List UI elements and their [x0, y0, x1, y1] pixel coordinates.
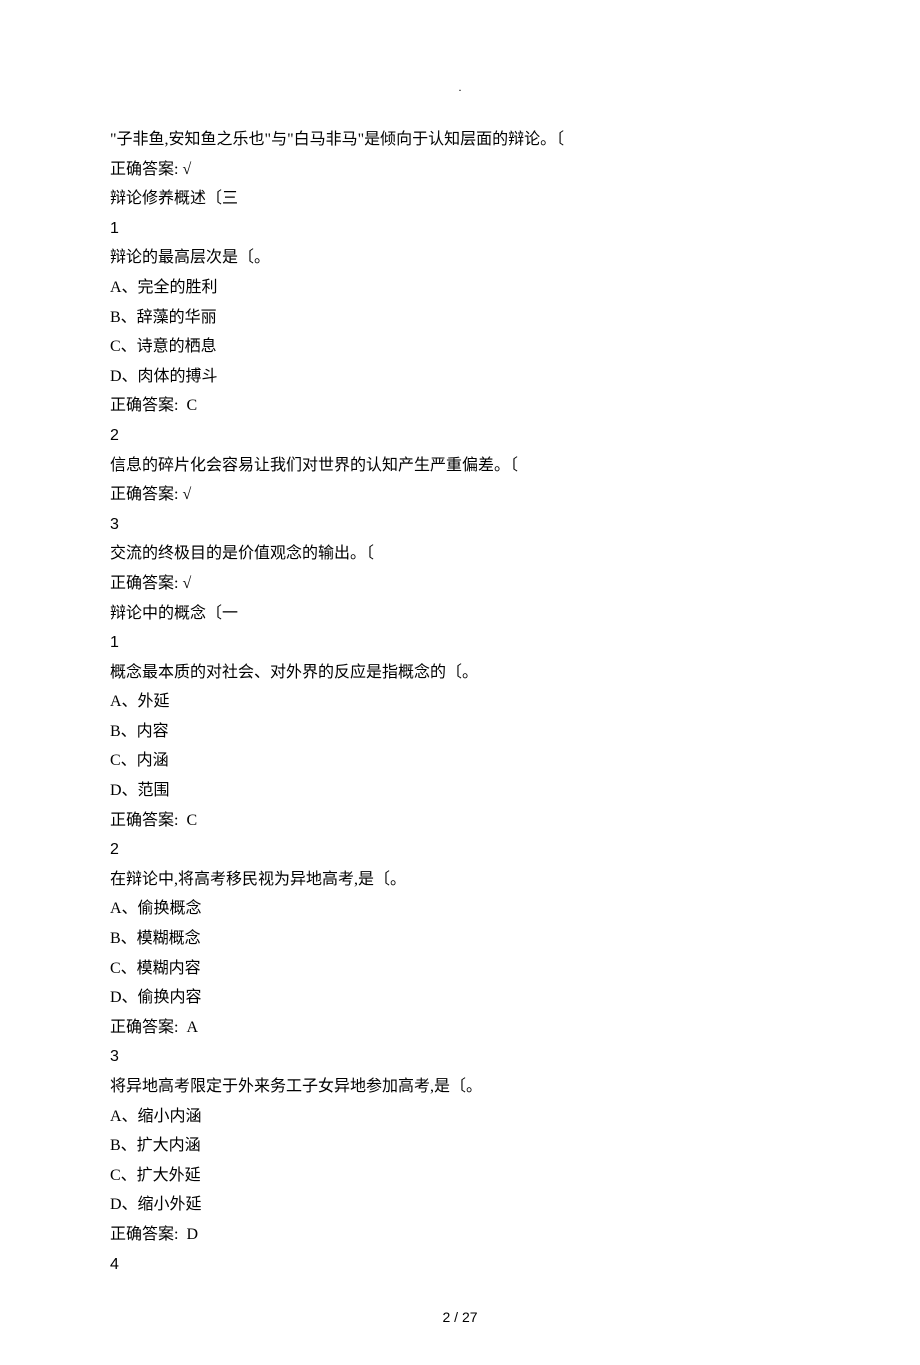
text-line: 正确答案: A — [110, 1013, 810, 1043]
text-line: 正确答案: C — [110, 806, 810, 836]
text-line: 1 — [110, 214, 810, 244]
text-line: 辩论的最高层次是〔。 — [110, 243, 810, 273]
text-line: 2 — [110, 421, 810, 451]
text-line: D、缩小外延 — [110, 1190, 810, 1220]
text-line: C、扩大外延 — [110, 1161, 810, 1191]
text-line: B、辞藻的华丽 — [110, 303, 810, 333]
text-line: A、完全的胜利 — [110, 273, 810, 303]
text-line: A、缩小内涵 — [110, 1102, 810, 1132]
text-line: B、内容 — [110, 717, 810, 747]
text-line: B、模糊概念 — [110, 924, 810, 954]
text-line: C、模糊内容 — [110, 954, 810, 984]
text-line: 正确答案: √ — [110, 569, 810, 599]
text-line: 辩论中的概念〔一 — [110, 599, 810, 629]
text-line: 交流的终极目的是价值观念的输出。〔 — [110, 539, 810, 569]
text-line: 辩论修养概述〔三 — [110, 184, 810, 214]
text-line: 正确答案: D — [110, 1220, 810, 1250]
text-line: 1 — [110, 628, 810, 658]
text-line: C、内涵 — [110, 746, 810, 776]
text-line: 在辩论中,将高考移民视为异地高考,是〔。 — [110, 865, 810, 895]
text-line: D、范围 — [110, 776, 810, 806]
document-body: "子非鱼,安知鱼之乐也"与"白马非马"是倾向于认知层面的辩论。〔正确答案: √辩… — [110, 125, 810, 1279]
text-line: D、肉体的搏斗 — [110, 362, 810, 392]
text-line: A、外延 — [110, 687, 810, 717]
text-line: 正确答案: √ — [110, 155, 810, 185]
text-line: "子非鱼,安知鱼之乐也"与"白马非马"是倾向于认知层面的辩论。〔 — [110, 125, 810, 155]
text-line: 将异地高考限定于外来务工子女异地参加高考,是〔。 — [110, 1072, 810, 1102]
text-line: B、扩大内涵 — [110, 1131, 810, 1161]
text-line: D、偷换内容 — [110, 983, 810, 1013]
page-number: 2 / 27 — [110, 1309, 810, 1325]
document-page: . "子非鱼,安知鱼之乐也"与"白马非马"是倾向于认知层面的辩论。〔正确答案: … — [0, 0, 920, 1365]
text-line: A、偷换概念 — [110, 894, 810, 924]
text-line: 3 — [110, 1042, 810, 1072]
text-line: 概念最本质的对社会、对外界的反应是指概念的〔。 — [110, 658, 810, 688]
page-header-mark: . — [110, 80, 810, 95]
text-line: 2 — [110, 835, 810, 865]
text-line: 4 — [110, 1250, 810, 1280]
text-line: C、诗意的栖息 — [110, 332, 810, 362]
text-line: 正确答案: √ — [110, 480, 810, 510]
text-line: 正确答案: C — [110, 391, 810, 421]
text-line: 3 — [110, 510, 810, 540]
text-line: 信息的碎片化会容易让我们对世界的认知产生严重偏差。〔 — [110, 451, 810, 481]
